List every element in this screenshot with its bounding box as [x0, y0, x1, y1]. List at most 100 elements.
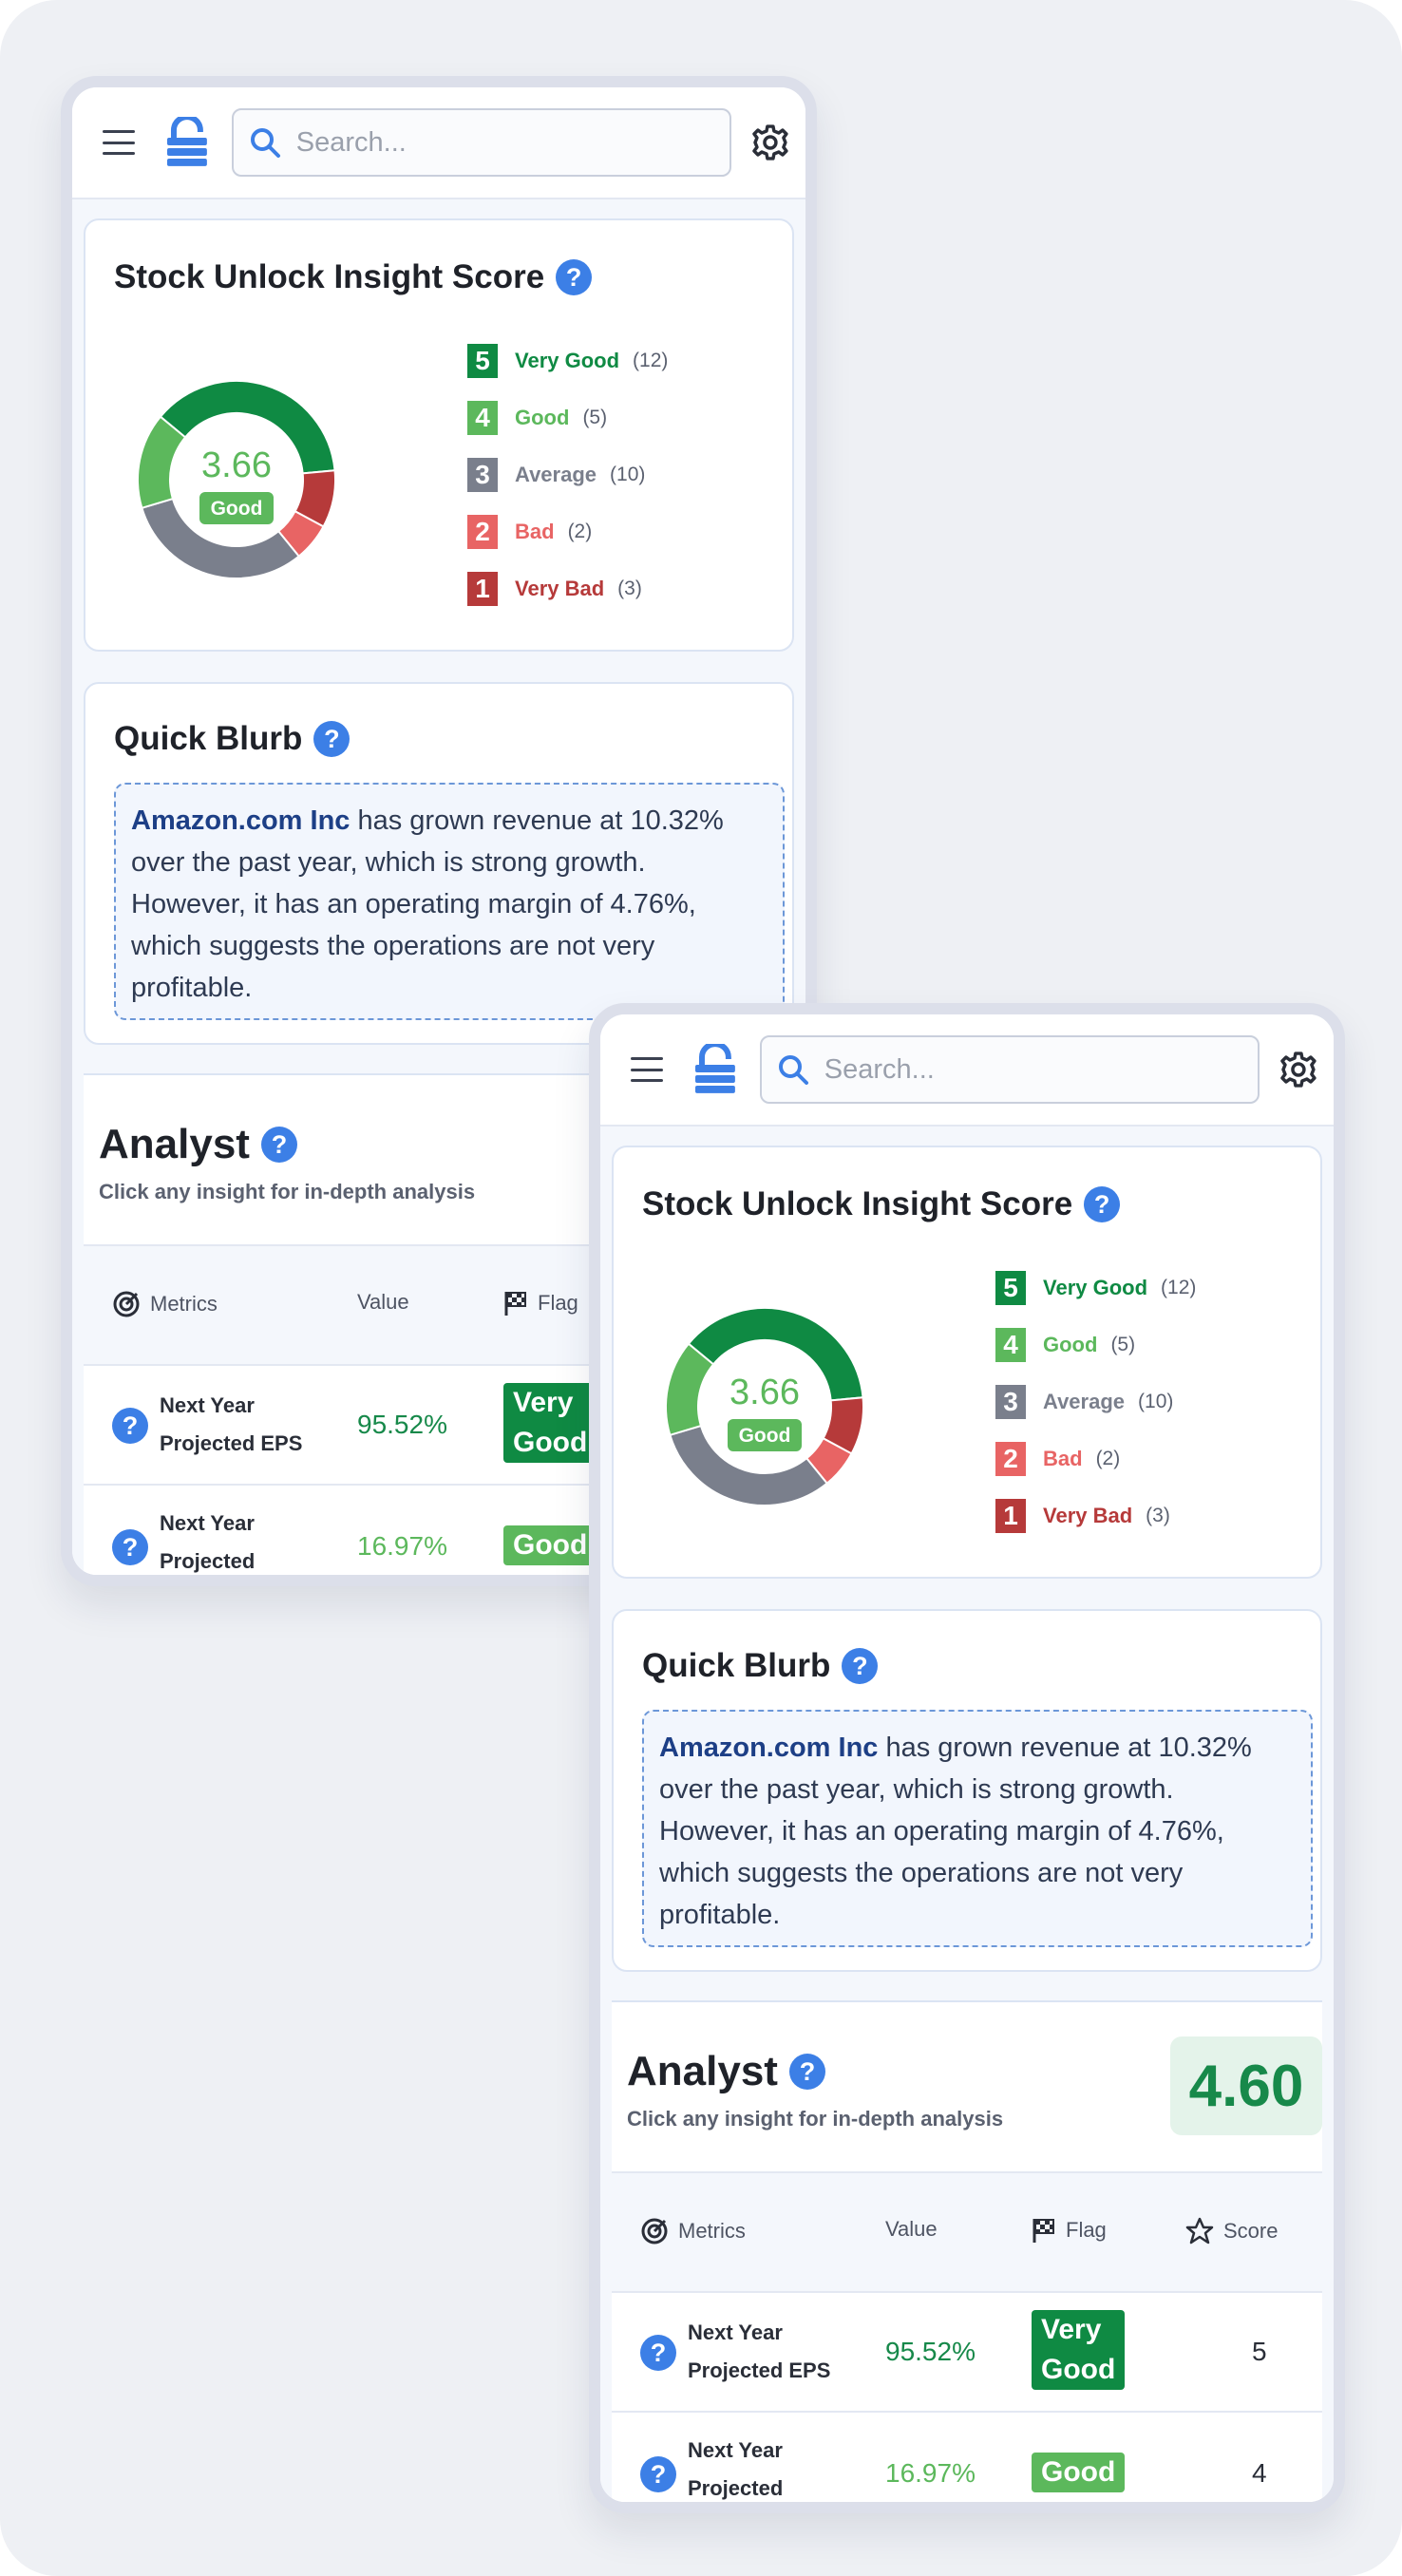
blurb-text: Amazon.com Inc has grown revenue at 10.3…	[642, 1710, 1313, 1947]
donut-label: Good	[211, 498, 263, 520]
top-bar: Search...	[600, 1014, 1334, 1127]
menu-icon[interactable]	[631, 1057, 663, 1082]
help-icon[interactable]: ?	[788, 2054, 825, 2090]
legend-item: 4 Good (5)	[467, 401, 668, 435]
help-icon[interactable]: ?	[1084, 1186, 1121, 1222]
analyst-section: Analyst? Click any insight for in-depth …	[612, 2000, 1322, 2502]
checkered-flag-icon	[1033, 2219, 1054, 2243]
analyst-subtitle: Click any insight for in-depth analysis	[99, 1180, 476, 1203]
search-input[interactable]: Search...	[759, 1035, 1260, 1104]
legend-count: (3)	[1146, 1505, 1170, 1526]
legend-number: 3	[467, 458, 498, 492]
help-icon[interactable]: ?	[640, 2335, 676, 2371]
card-title: Quick Blurb?	[642, 1647, 879, 1685]
metric-value: 95.52%	[885, 2337, 976, 2366]
menu-icon[interactable]	[103, 130, 135, 155]
flag-header[interactable]: Flag	[503, 1290, 578, 1316]
flag-badge: Good	[503, 1525, 597, 1565]
metric-name: Next Year Projected EPS	[688, 2320, 831, 2382]
legend-item: 1 Very Bad (3)	[995, 1499, 1196, 1533]
score-legend: 5 Very Good (12) 4 Good (5) 3 Average (10) 2 Bad (2…	[467, 344, 668, 629]
legend-label: Good	[515, 406, 570, 429]
metrics-header[interactable]: Metrics	[640, 2217, 746, 2245]
app-logo-icon[interactable]	[165, 117, 209, 168]
company-link[interactable]: Amazon.com Inc	[131, 805, 350, 836]
legend-label: Bad	[1043, 1447, 1083, 1470]
blurb-text: Amazon.com Inc has grown revenue at 10.3…	[114, 783, 785, 1020]
legend-number: 3	[995, 1385, 1026, 1419]
legend-number: 1	[995, 1499, 1026, 1533]
legend-count: (3)	[617, 578, 642, 599]
checkered-flag-icon	[504, 1292, 526, 1316]
company-link[interactable]: Amazon.com Inc	[659, 1733, 878, 1763]
search-icon	[250, 128, 280, 158]
help-icon[interactable]: ?	[313, 721, 350, 757]
flag-header[interactable]: Flag	[1032, 2217, 1107, 2244]
value-header[interactable]: Value	[357, 1290, 409, 1315]
legend-count: (10)	[1138, 1391, 1174, 1412]
gear-icon[interactable]	[750, 123, 790, 162]
help-icon[interactable]: ?	[112, 1529, 148, 1565]
legend-count: (2)	[567, 521, 593, 542]
legend-number: 4	[995, 1328, 1026, 1362]
top-bar: Search...	[72, 87, 805, 199]
app-logo-icon[interactable]	[693, 1044, 737, 1095]
search-input[interactable]: Search...	[231, 108, 732, 177]
insight-score-card: Stock Unlock Insight Score? 3.66 Good 5V…	[612, 1146, 1322, 1579]
card-title: Stock Unlock Insight Score?	[642, 1185, 1121, 1223]
quick-blurb-card: Quick Blurb? Amazon.com Inc has grown re…	[84, 682, 794, 1045]
metrics-header[interactable]: Metrics	[112, 1290, 218, 1318]
legend-item: 2 Bad (2)	[995, 1442, 1196, 1476]
gear-icon[interactable]	[1279, 1050, 1318, 1089]
metric-name: Next Year Projected	[160, 1511, 256, 1573]
legend-label: Average	[1043, 1390, 1126, 1413]
donut-segment-good	[665, 1342, 715, 1437]
score-donut-chart: 3.66 Good	[665, 1307, 864, 1506]
legend-label: Bad	[515, 520, 555, 543]
analyst-title: Analyst?	[627, 2048, 825, 2095]
value-header[interactable]: Value	[885, 2217, 938, 2242]
legend-label: Average	[515, 463, 597, 486]
help-icon[interactable]: ?	[260, 1127, 297, 1163]
legend-number: 5	[467, 344, 498, 378]
quick-blurb-card: Quick Blurb? Amazon.com Inc has grown re…	[612, 1609, 1322, 1972]
analyst-score: 4.60	[1170, 2036, 1322, 2135]
legend-item: 5 Very Good (12)	[995, 1271, 1196, 1305]
legend-label: Very Good	[1043, 1276, 1148, 1299]
star-icon	[1185, 2217, 1214, 2245]
target-icon	[113, 1291, 140, 1317]
legend-count: (12)	[633, 350, 669, 371]
score-header[interactable]: Score	[1185, 2217, 1278, 2245]
help-icon[interactable]: ?	[640, 2456, 676, 2492]
legend-count: (2)	[1095, 1448, 1121, 1469]
legend-item: 3 Average (10)	[995, 1385, 1196, 1419]
legend-number: 5	[995, 1271, 1026, 1305]
search-placeholder: Search...	[295, 126, 407, 158]
metric-value: 95.52%	[357, 1410, 447, 1439]
target-icon	[641, 2218, 668, 2245]
legend-label: Very Bad	[515, 577, 605, 600]
metric-value: 16.97%	[357, 1531, 447, 1561]
flag-badge: Good	[1032, 2453, 1126, 2492]
table-row[interactable]: ? Next YearProjected 16.97% Good 4	[612, 2415, 1322, 2502]
phone-frame-front: Search... Stock Unlock Insight Score? 3.…	[589, 1003, 1345, 2513]
card-title: Quick Blurb?	[114, 720, 350, 758]
analyst-subtitle: Click any insight for in-depth analysis	[627, 2107, 1004, 2131]
help-icon[interactable]: ?	[842, 1648, 879, 1684]
help-icon[interactable]: ?	[112, 1408, 148, 1444]
score-legend: 5 Very Good (12) 4 Good (5) 3 Average (10) 2 Bad (2…	[995, 1271, 1196, 1556]
phone-screen: Search... Stock Unlock Insight Score? 3.…	[600, 1014, 1334, 2502]
donut-segment-good	[137, 415, 187, 510]
search-icon	[778, 1055, 808, 1085]
legend-label: Very Good	[515, 349, 620, 372]
table-row[interactable]: ? Next Year Projected EPS 95.52% Very Good…	[612, 2293, 1322, 2413]
metric-name: Next Year Projected EPS	[160, 1393, 303, 1455]
card-title: Stock Unlock Insight Score?	[114, 258, 593, 296]
help-icon[interactable]: ?	[556, 259, 593, 295]
score-donut-chart: 3.66 Good	[137, 380, 336, 579]
legend-count: (10)	[610, 464, 646, 485]
donut-score: 3.66	[729, 1373, 800, 1412]
legend-label: Good	[1043, 1333, 1098, 1356]
insight-score-card: Stock Unlock Insight Score? 3.66 Good 5V…	[84, 218, 794, 652]
donut-score: 3.66	[201, 445, 272, 485]
